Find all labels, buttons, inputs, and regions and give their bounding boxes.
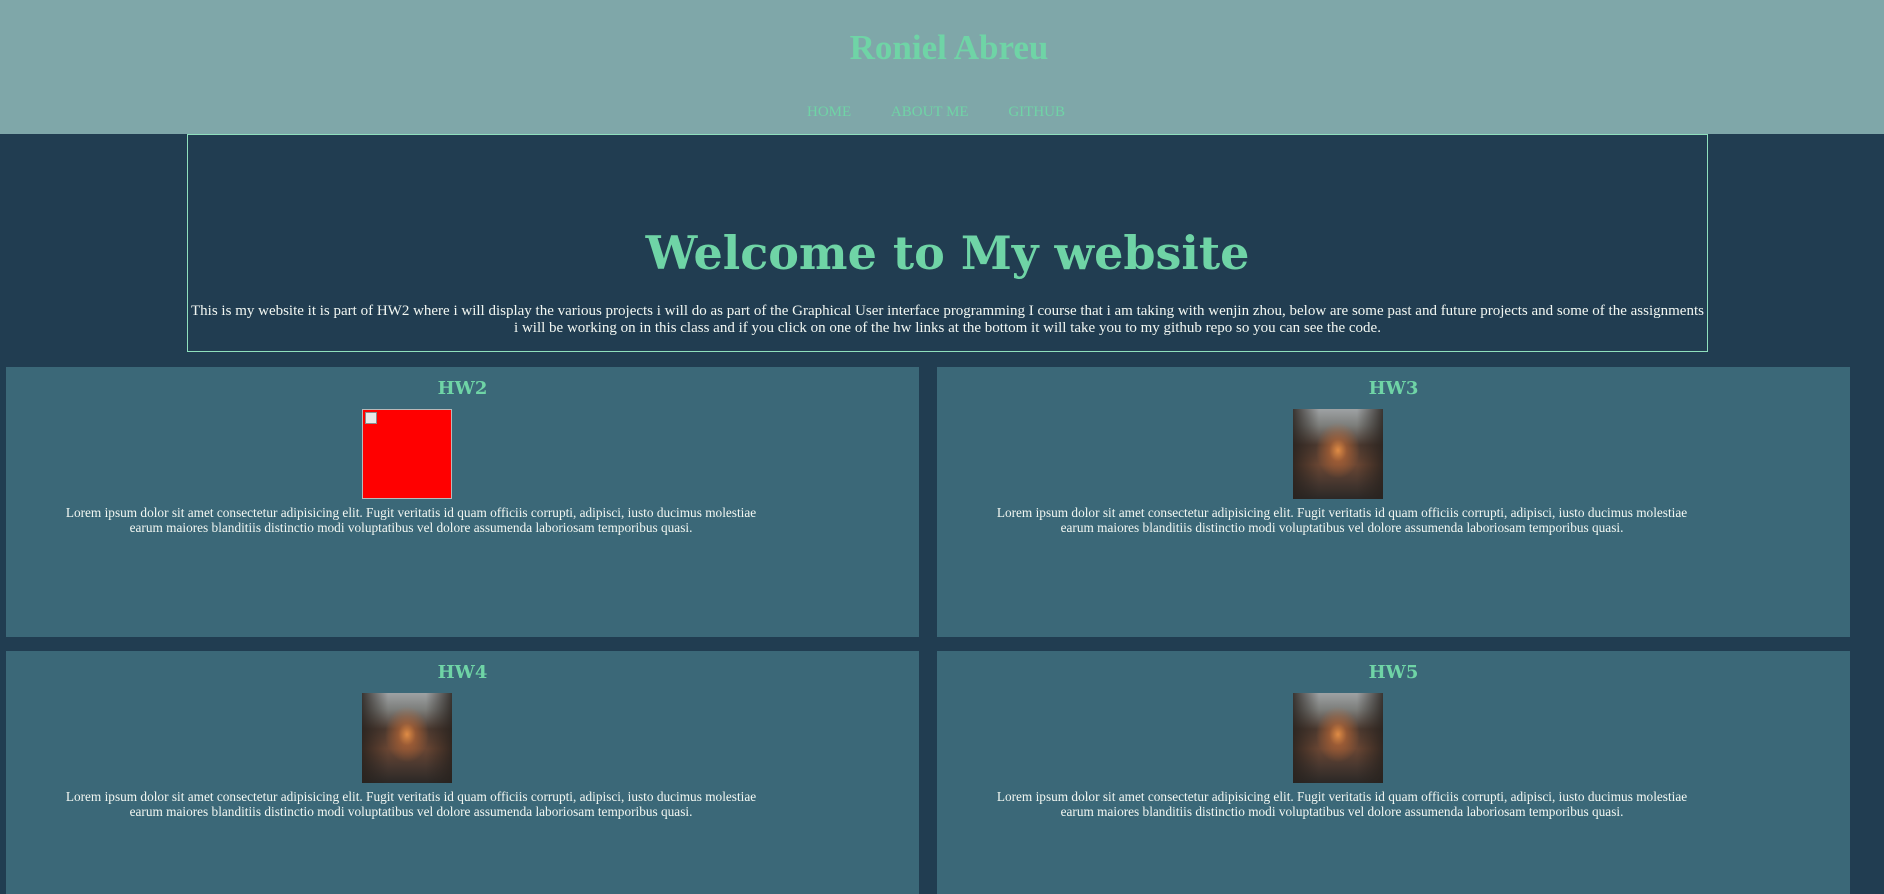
hw2-title[interactable]: HW2 — [6, 377, 919, 401]
site-title: Roniel Abreu — [849, 28, 1049, 67]
hw3-card[interactable]: HW3 Lorem ipsum dolor sit amet consectet… — [937, 367, 1850, 637]
hw2-card[interactable]: HW2 Lorem ipsum dolor sit amet consectet… — [6, 367, 919, 637]
broken-image-glyph-icon — [365, 412, 377, 424]
hw4-title[interactable]: HW4 — [6, 661, 919, 685]
hw3-title[interactable]: HW3 — [937, 377, 1850, 401]
welcome-heading: Welcome to My website — [645, 226, 1250, 280]
nav-home-link[interactable]: HOME — [807, 104, 851, 120]
forest-photo-icon — [1293, 409, 1383, 499]
hw5-card[interactable]: HW5 Lorem ipsum dolor sit amet consectet… — [937, 651, 1850, 894]
hw4-description: Lorem ipsum dolor sit amet consectetur a… — [65, 789, 757, 819]
hw2-description: Lorem ipsum dolor sit amet consectetur a… — [65, 505, 757, 535]
hw5-title[interactable]: HW5 — [937, 661, 1850, 685]
nav-about-me-link[interactable]: ABOUT ME — [891, 104, 969, 120]
welcome-description: This is my website it is part of HW2 whe… — [191, 303, 1704, 336]
hw4-card[interactable]: HW4 Lorem ipsum dolor sit amet consectet… — [6, 651, 919, 894]
site-header: Roniel Abreu HOME ABOUT ME GITHUB — [0, 0, 1884, 134]
nav-github-link[interactable]: GITHUB — [1008, 104, 1065, 120]
hw5-description: Lorem ipsum dolor sit amet consectetur a… — [996, 789, 1688, 819]
broken-image-icon — [362, 409, 452, 499]
forest-photo-icon — [362, 693, 452, 783]
hw3-description: Lorem ipsum dolor sit amet consectetur a… — [996, 505, 1688, 535]
main-nav: HOME ABOUT ME GITHUB — [0, 102, 1872, 122]
welcome-banner: Welcome to My website This is my website… — [187, 134, 1708, 352]
forest-photo-icon — [1293, 693, 1383, 783]
